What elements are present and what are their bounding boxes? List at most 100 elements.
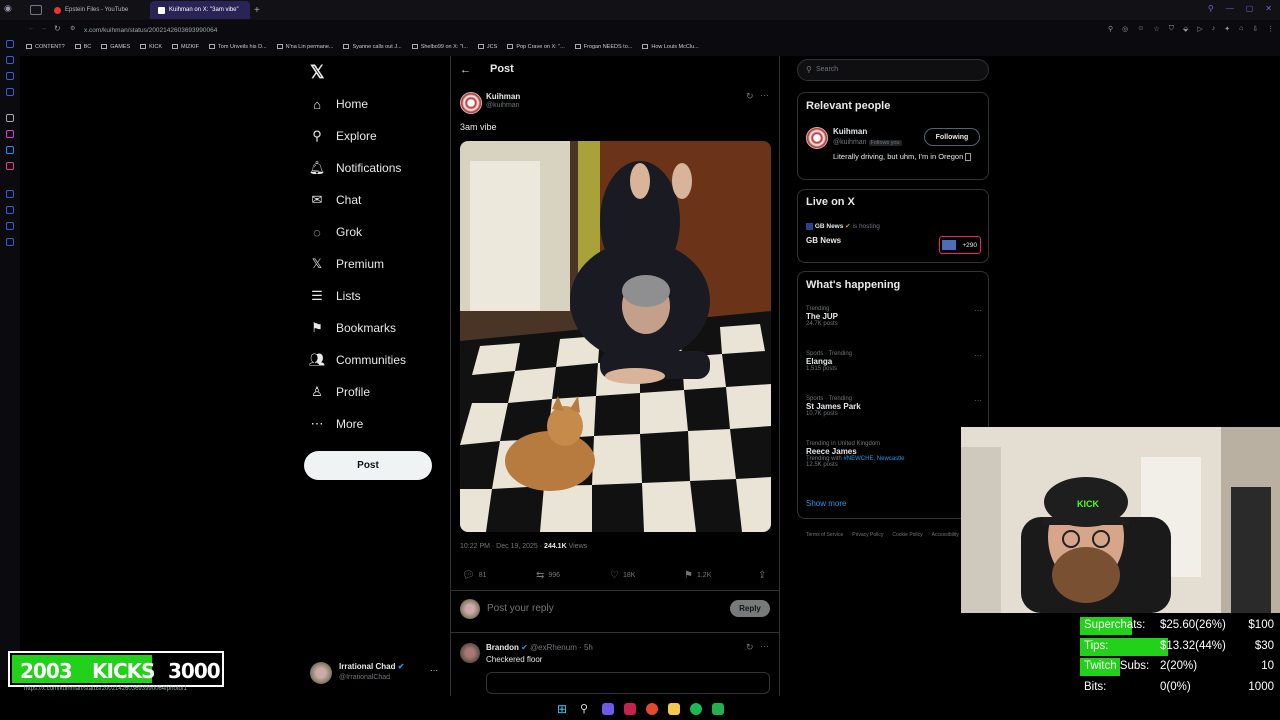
show-more-link[interactable]: Show more	[806, 499, 846, 508]
bookmark-stat[interactable]: ⚑ 1.2K	[684, 570, 711, 581]
trend-more-icon[interactable]: ···	[974, 306, 982, 315]
menu-icon[interactable]: ⋮	[1267, 25, 1274, 33]
x-logo-icon[interactable]: 𝕏	[310, 62, 325, 83]
play-icon[interactable]: ▷	[1197, 25, 1202, 33]
repost-stat[interactable]: ⇆ 996	[536, 570, 560, 581]
rail-icon-3[interactable]	[6, 72, 14, 80]
taskbar-chrome-icon[interactable]	[646, 703, 658, 715]
rail-icon-1[interactable]	[6, 40, 14, 48]
rail-icon-8[interactable]	[6, 162, 14, 170]
nav-item-grok[interactable]: ◌ Grok	[310, 220, 362, 244]
zoom-icon[interactable]: ⚲	[1108, 25, 1113, 33]
minimize-icon[interactable]: —	[1226, 4, 1234, 13]
following-button[interactable]: Following	[924, 128, 980, 146]
author-avatar[interactable]	[460, 92, 482, 114]
reply-author[interactable]: Brandon ✔ @exRhenum · 5h	[486, 643, 593, 652]
author-handle[interactable]: @kuihman	[486, 102, 520, 109]
rail-icon-11[interactable]	[6, 222, 14, 230]
bookmark-item[interactable]: Pop Crave on X: "...	[507, 44, 565, 50]
rail-icon-7[interactable]	[6, 146, 14, 154]
back-icon[interactable]: ←	[28, 25, 35, 32]
bookmark-item[interactable]: Syanne calls out J...	[343, 44, 402, 50]
taskbar-spotify-icon[interactable]	[690, 703, 702, 715]
person-avatar[interactable]	[806, 127, 828, 149]
reply-media[interactable]	[486, 672, 770, 694]
nav-item-bookmarks[interactable]: ⚑ Bookmarks	[310, 316, 396, 340]
trend-item[interactable]: Sports · Trending Elanga 1,515 posts ···	[806, 351, 982, 372]
sound-icon[interactable]: ♪	[1212, 25, 1216, 33]
account-more-icon[interactable]: ···	[430, 666, 438, 675]
rail-icon-2[interactable]	[6, 56, 14, 64]
live-space-title[interactable]: GB News	[806, 236, 841, 245]
shield-icon[interactable]: ⛉	[1169, 25, 1174, 33]
taskbar-search-icon[interactable]: ⚲	[580, 703, 592, 715]
rail-icon-5[interactable]	[6, 114, 14, 122]
taskbar-app-icon-3[interactable]	[712, 703, 724, 715]
live-listeners-badge[interactable]: +290	[939, 236, 981, 254]
search-box[interactable]: ⚲ Search	[797, 59, 989, 81]
search-tabs-icon[interactable]: ⚲	[1208, 4, 1214, 13]
bookmark-star-icon[interactable]: ☆	[1153, 25, 1159, 33]
bookmark-item[interactable]: CONTENT?	[26, 44, 65, 50]
taskbar-folder-icon[interactable]	[668, 703, 680, 715]
like-stat[interactable]: ♡ 18K	[610, 570, 635, 581]
reload-icon[interactable]: ↻	[54, 24, 61, 33]
share-icon[interactable]: ⇪	[758, 570, 766, 581]
post-button[interactable]: Post	[304, 451, 432, 480]
person-handle[interactable]: @kuihman	[833, 139, 867, 146]
footer-link[interactable]: Terms of Service	[806, 532, 843, 538]
bookmark-item[interactable]: Shelbo99 on X: "I...	[411, 44, 468, 50]
bookmark-item[interactable]: N'na Lin permane...	[276, 44, 333, 50]
download-icon[interactable]: ⇩	[1252, 25, 1258, 33]
live-host[interactable]: GB News ✔ is hosting	[806, 222, 880, 230]
trend-item[interactable]: Trending in United Kingdom Reece James Tre…	[806, 441, 982, 468]
rail-icon-12[interactable]	[6, 238, 14, 246]
nav-item-explore[interactable]: ⚲ Explore	[310, 124, 376, 148]
bookmark-item[interactable]: JCS	[477, 44, 497, 50]
bookmark-item[interactable]: Tom Unveils his D...	[209, 44, 267, 50]
author-name[interactable]: Kuihman	[486, 92, 520, 101]
forward-icon[interactable]: →	[40, 25, 47, 32]
footer-link[interactable]: Privacy Policy	[852, 532, 883, 538]
taskbar-app-icon-2[interactable]	[624, 703, 636, 715]
post-timestamp[interactable]: 10:22 PM · Dec 19, 2025 ·	[460, 543, 544, 550]
rail-icon-6[interactable]	[6, 130, 14, 138]
rail-icon-4[interactable]	[6, 88, 14, 96]
bookmark-item[interactable]: GAMES	[101, 44, 130, 50]
bookmark-item[interactable]: BC	[74, 44, 91, 50]
trend-more-icon[interactable]: ···	[974, 396, 982, 405]
reply-stat[interactable]: 💬︎ 81	[462, 570, 487, 581]
windows-start-icon[interactable]: ⊞	[557, 703, 569, 715]
back-arrow-icon[interactable]: ←	[460, 64, 471, 76]
new-tab-icon[interactable]: +	[254, 5, 260, 16]
extension-icon-2[interactable]: ☺	[1137, 25, 1144, 33]
sidebar-toggle-icon[interactable]	[30, 5, 42, 15]
extension-icon-3[interactable]: ⬙	[1183, 25, 1188, 33]
person-name[interactable]: Kuihman	[833, 127, 867, 136]
bookmark-item[interactable]: KICK	[140, 44, 162, 50]
account-switcher[interactable]: Irrational Chad ✔ @IrrationalChad ···	[310, 660, 440, 686]
nav-item-profile[interactable]: ♙ Profile	[310, 380, 370, 404]
bookmark-item[interactable]: MIZKIF	[172, 44, 199, 50]
nav-item-communities[interactable]: 👥︎ Communities	[309, 348, 406, 372]
maximize-icon[interactable]: ▢	[1246, 4, 1254, 13]
home-browser-icon[interactable]: ⌂	[1239, 25, 1243, 33]
nav-item-lists[interactable]: ☰ Lists	[310, 284, 361, 308]
trend-item[interactable]: Sports · Trending St James Park 10.7K post…	[806, 396, 982, 417]
close-window-icon[interactable]: ✕	[1265, 4, 1272, 13]
extension-icon-1[interactable]: ◎	[1122, 25, 1128, 33]
rail-icon-9[interactable]	[6, 190, 14, 198]
reply-button[interactable]: Reply	[730, 600, 770, 617]
reply-input[interactable]: Post your reply	[487, 603, 717, 614]
bookmark-item[interactable]: Frogan NEEDS to...	[574, 44, 632, 50]
site-info-icon[interactable]: ⚙	[70, 25, 75, 32]
nav-item-chat[interactable]: ✉ Chat	[310, 188, 362, 212]
reply-more-icon[interactable]: ···	[760, 641, 769, 651]
trend-item[interactable]: Trending The JUP 24.7K posts ···	[806, 306, 982, 327]
nav-item-more[interactable]: ⋯ More	[310, 412, 364, 436]
reply-author-avatar[interactable]	[460, 643, 480, 663]
post-more-icon[interactable]: ···	[760, 90, 769, 100]
nav-item-premium[interactable]: 𝕏 Premium	[310, 252, 384, 276]
post-image[interactable]	[460, 141, 771, 532]
nav-item-notifications[interactable]: 🔔︎ Notifications	[309, 156, 402, 180]
